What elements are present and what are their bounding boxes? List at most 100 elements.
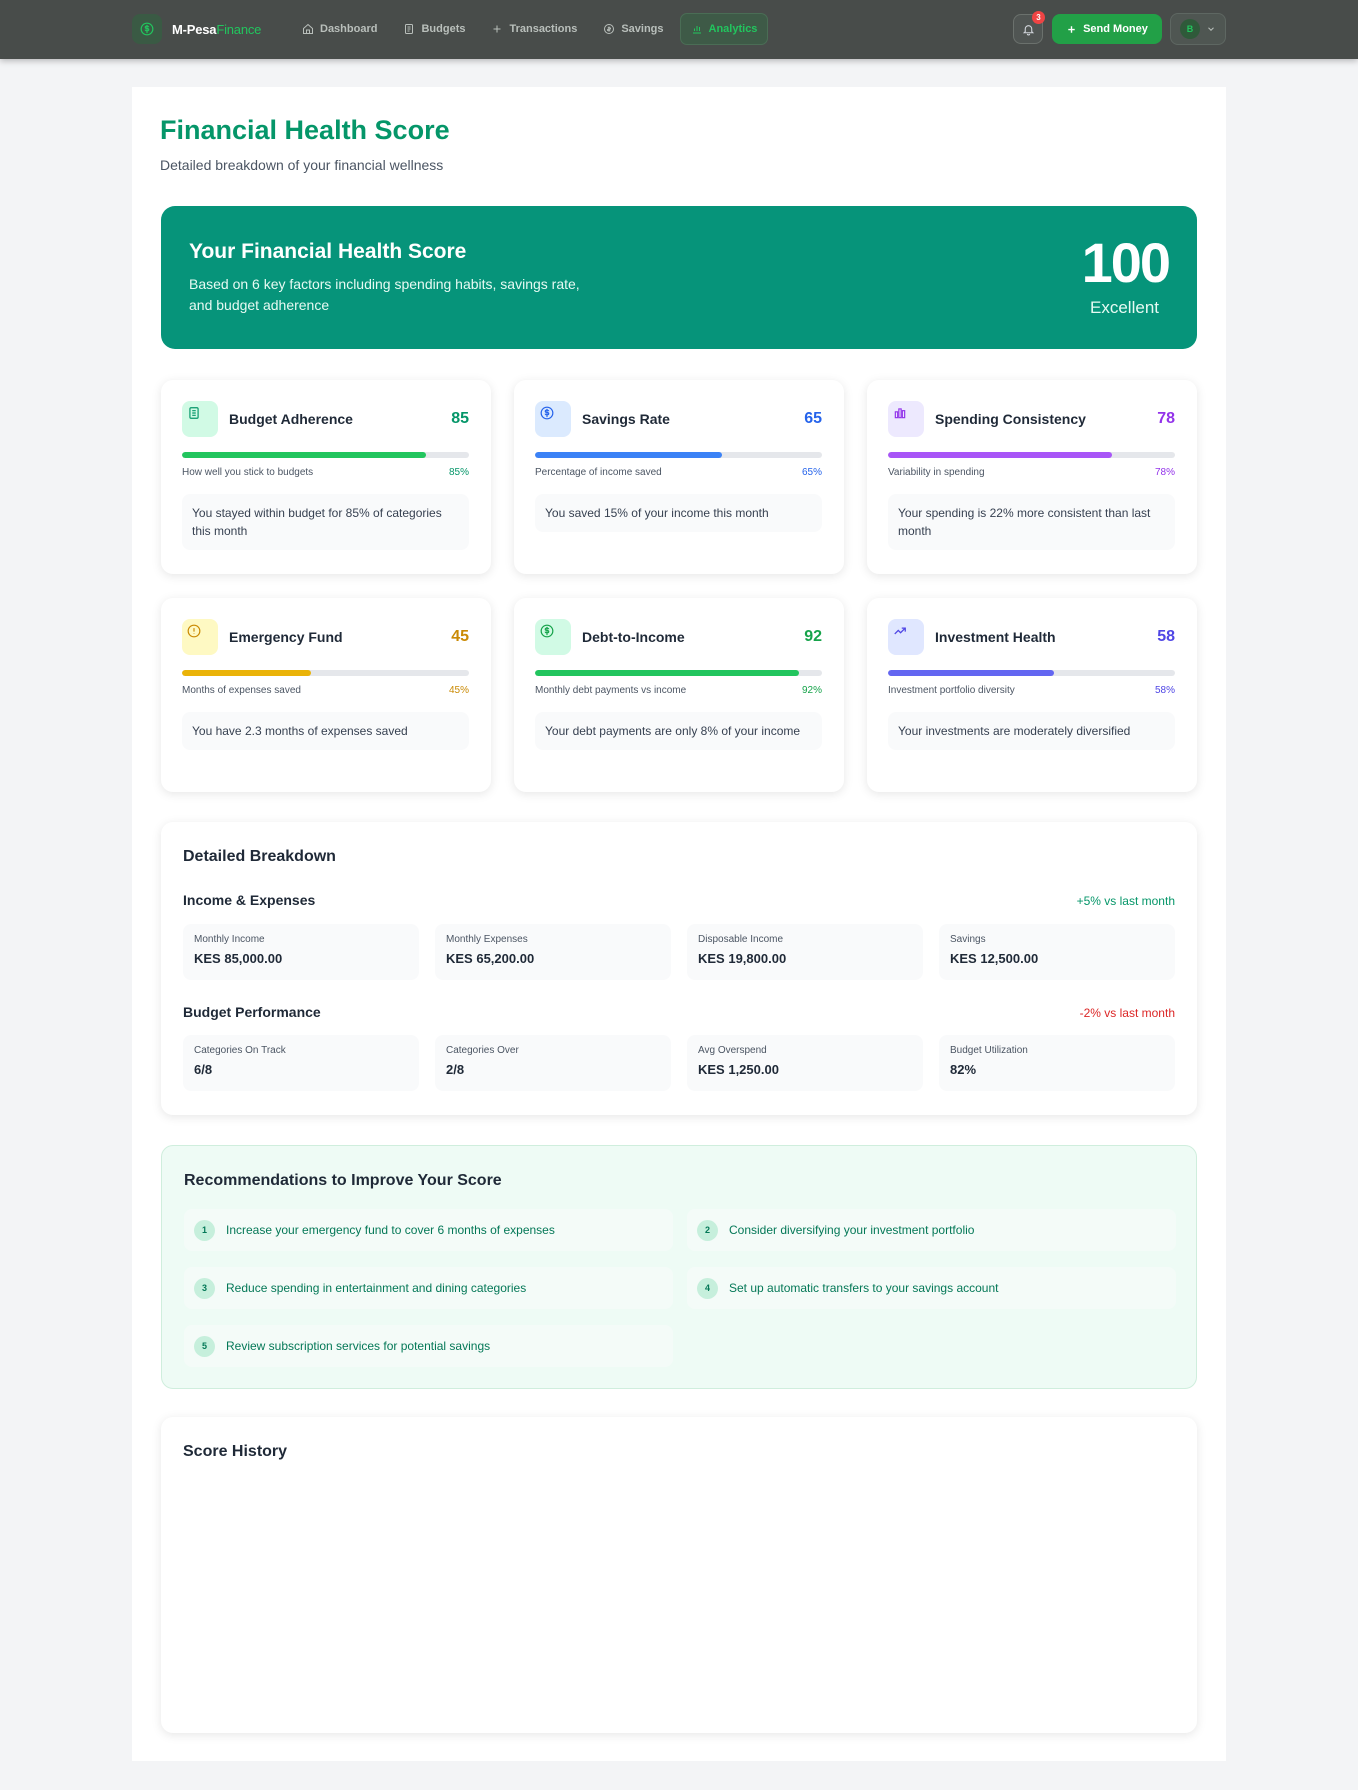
stat-label: Budget Utilization bbox=[950, 1045, 1028, 1056]
card-description: Investment portfolio diversity bbox=[888, 685, 1015, 696]
card-score: 65 bbox=[804, 410, 822, 427]
recommendation-item: 3 Reduce spending in entertainment and d… bbox=[184, 1267, 673, 1309]
recommendation-item: 5 Review subscription services for poten… bbox=[184, 1325, 673, 1367]
card-percent: 85% bbox=[448, 467, 469, 478]
progress-fill bbox=[535, 452, 722, 458]
score-rating: Excellent bbox=[1090, 298, 1159, 317]
card-description: Variability in spending bbox=[888, 467, 985, 478]
card-title: Debt-to-Income bbox=[582, 629, 685, 645]
page-subtitle: Detailed breakdown of your financial wel… bbox=[160, 157, 444, 173]
factor-card-spending-consistency: Spending Consistency 78 Variability in s… bbox=[867, 380, 1197, 574]
card-note: Your investments are moderately diversif… bbox=[888, 712, 1175, 750]
card-note: Your spending is 22% more consistent tha… bbox=[888, 494, 1175, 550]
trend-up-icon bbox=[888, 619, 924, 655]
progress-fill bbox=[888, 452, 1112, 458]
nav-budgets-label: Budgets bbox=[421, 23, 466, 35]
progress-track bbox=[888, 670, 1175, 676]
card-note: You have 2.3 months of expenses saved bbox=[182, 712, 469, 750]
progress-track bbox=[535, 670, 822, 676]
top-navbar: M-PesaFinance Dashboard Budgets Transact… bbox=[0, 0, 1358, 59]
recommendation-item: 2 Consider diversifying your investment … bbox=[687, 1209, 1176, 1251]
card-score: 58 bbox=[1157, 628, 1175, 645]
bell-icon bbox=[1022, 24, 1034, 35]
send-money-button[interactable]: Send Money bbox=[1052, 14, 1162, 44]
recommendations-title: Recommendations to Improve Your Score bbox=[184, 1172, 502, 1189]
main-content: Financial Health Score Detailed breakdow… bbox=[132, 87, 1226, 1761]
recommendation-number: 2 bbox=[697, 1219, 718, 1241]
notifications-button[interactable]: 3 bbox=[1013, 11, 1045, 44]
recommendation-text: Review subscription services for potenti… bbox=[226, 1339, 491, 1353]
stat-categories-on-track: Categories On Track 6/8 bbox=[183, 1035, 419, 1091]
budget-performance-title: Budget Performance bbox=[183, 1004, 321, 1020]
stat-categories-over: Categories Over 2/8 bbox=[435, 1035, 671, 1091]
dollar-icon bbox=[132, 14, 162, 44]
income-trend: +5% vs last month bbox=[1076, 894, 1175, 908]
stat-label: Categories Over bbox=[446, 1045, 519, 1056]
stat-label: Monthly Expenses bbox=[446, 934, 528, 945]
card-description: Monthly debt payments vs income bbox=[535, 685, 687, 696]
progress-track bbox=[535, 452, 822, 458]
stat-value: KES 19,800.00 bbox=[698, 951, 787, 966]
recommendation-text: Consider diversifying your investment po… bbox=[729, 1223, 975, 1237]
stat-label: Disposable Income bbox=[698, 934, 784, 945]
income-expenses-title: Income & Expenses bbox=[183, 892, 316, 908]
card-note: You stayed within budget for 85% of cate… bbox=[182, 494, 469, 550]
stat-value: 6/8 bbox=[194, 1062, 213, 1077]
stat-label: Monthly Income bbox=[194, 934, 265, 945]
card-percent: 92% bbox=[801, 685, 822, 696]
card-score: 92 bbox=[804, 628, 822, 645]
card-description: Percentage of income saved bbox=[535, 467, 662, 478]
stat-savings: Savings KES 12,500.00 bbox=[939, 924, 1175, 980]
factor-card-emergency-fund: Emergency Fund 45 Months of expenses sav… bbox=[161, 598, 491, 792]
page-title: Financial Health Score bbox=[160, 115, 450, 145]
nav-dashboard-label: Dashboard bbox=[320, 23, 378, 35]
card-note: Your debt payments are only 8% of your i… bbox=[535, 712, 822, 750]
home-icon bbox=[303, 23, 313, 34]
card-title: Investment Health bbox=[935, 629, 1056, 645]
card-title: Savings Rate bbox=[582, 411, 670, 427]
coin-icon bbox=[604, 24, 615, 34]
brand-logo[interactable]: M-PesaFinance bbox=[132, 14, 261, 44]
user-menu-button[interactable]: B bbox=[1170, 13, 1226, 45]
clipboard-icon bbox=[405, 24, 414, 34]
progress-track bbox=[182, 670, 469, 676]
recommendations-panel: Recommendations to Improve Your Score 1 … bbox=[161, 1145, 1197, 1389]
hero-title: Your Financial Health Score bbox=[189, 240, 467, 263]
nav-transactions[interactable]: Transactions bbox=[481, 13, 587, 45]
budget-trend: -2% vs last month bbox=[1079, 1006, 1175, 1020]
nav-budgets[interactable]: Budgets bbox=[393, 13, 475, 45]
overall-score: 100 bbox=[1081, 231, 1171, 294]
recommendation-item: 4 Set up automatic transfers to your sav… bbox=[687, 1267, 1176, 1309]
dollar-icon bbox=[535, 401, 571, 437]
score-history-chart-area bbox=[183, 1481, 1175, 1711]
stat-avg-overspend: Avg Overspend KES 1,250.00 bbox=[687, 1035, 923, 1091]
recommendation-text: Increase your emergency fund to cover 6 … bbox=[226, 1223, 555, 1237]
factor-card-budget-adherence: Budget Adherence 85 How well you stick t… bbox=[161, 380, 491, 574]
budget-stats-row: Categories On Track 6/8 Categories Over 2/… bbox=[183, 1035, 1175, 1091]
nav-transactions-label: Transactions bbox=[509, 23, 578, 35]
bar-chart-icon bbox=[888, 401, 924, 437]
document-icon bbox=[182, 401, 218, 437]
card-score: 45 bbox=[451, 628, 469, 645]
nav-dashboard[interactable]: Dashboard bbox=[292, 13, 387, 45]
stat-value: 82% bbox=[950, 1062, 977, 1077]
nav-links: Dashboard Budgets Transactions Savings A… bbox=[292, 13, 769, 45]
card-percent: 65% bbox=[801, 467, 822, 478]
avatar: B bbox=[1180, 19, 1200, 39]
stat-value: KES 85,000.00 bbox=[194, 951, 283, 966]
stat-value: KES 1,250.00 bbox=[698, 1062, 779, 1077]
send-money-label: Send Money bbox=[1083, 23, 1148, 35]
nav-savings-label: Savings bbox=[621, 23, 664, 35]
plus-icon bbox=[1068, 25, 1075, 33]
stat-budget-utilization: Budget Utilization 82% bbox=[939, 1035, 1175, 1091]
card-score: 78 bbox=[1157, 410, 1175, 427]
progress-track bbox=[888, 452, 1175, 458]
progress-fill bbox=[182, 670, 312, 676]
card-percent: 78% bbox=[1154, 467, 1175, 478]
nav-savings[interactable]: Savings bbox=[593, 13, 673, 45]
nav-analytics[interactable]: Analytics bbox=[679, 13, 769, 45]
stat-label: Avg Overspend bbox=[698, 1045, 767, 1056]
notification-count-badge: 3 bbox=[1032, 11, 1045, 24]
breakdown-title: Detailed Breakdown bbox=[183, 848, 336, 865]
card-note: You saved 15% of your income this month bbox=[535, 494, 822, 532]
